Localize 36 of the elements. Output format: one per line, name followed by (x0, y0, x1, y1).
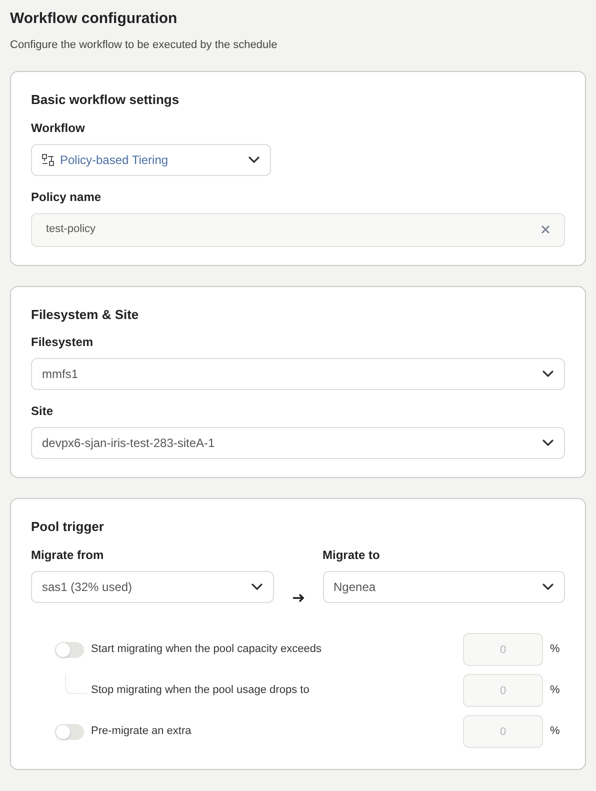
workflow-icon (42, 154, 54, 166)
chevron-down-icon (542, 439, 554, 447)
option-label: Stop migrating when the pool usage drops to (91, 683, 310, 698)
chevron-down-icon (248, 156, 260, 164)
section-title: Basic workflow settings (31, 91, 180, 109)
unit-label: % (549, 683, 561, 698)
field-label: Filesystem (31, 334, 94, 351)
dropdown[interactable]: mmfs1 (31, 358, 565, 390)
chevron-down-icon (250, 582, 262, 590)
number-input[interactable]: 0 (463, 633, 543, 666)
section-title: Pool trigger (31, 518, 105, 536)
field-label: Migrate from (31, 546, 105, 564)
number-input[interactable]: 0 (463, 715, 543, 748)
option-label: Start migrating when the pool capacity exceeds (91, 642, 322, 658)
clear-icon[interactable] (541, 225, 550, 234)
chevron-down-icon (542, 370, 554, 378)
field-label: Workflow (31, 120, 86, 136)
unit-label: % (549, 724, 561, 740)
field-label: Site (31, 403, 54, 420)
field-label: Migrate to (322, 546, 381, 564)
dropdown[interactable]: sas1 (32% used) (31, 570, 274, 602)
chevron-down-icon (542, 582, 554, 590)
toggle-switch[interactable] (55, 642, 84, 658)
number-input[interactable]: 0 (463, 674, 543, 707)
dropdown[interactable]: Policy-based Tiering (31, 144, 271, 176)
arrow-right-icon (292, 592, 304, 602)
page-subtitle: Configure the workflow to be executed by the schedule (10, 38, 278, 52)
dropdown[interactable]: Ngenea (322, 570, 565, 602)
toggle-switch[interactable] (55, 724, 84, 740)
dropdown[interactable]: devpx6-sjan-iris-test-283-siteA-1 (31, 427, 565, 459)
page-title: Workflow configuration (10, 9, 178, 29)
option-label: Pre-migrate an extra (91, 724, 192, 740)
text-field[interactable]: test-policy (31, 212, 565, 246)
field-label: Policy name (31, 188, 102, 206)
section-title: Filesystem & Site (31, 306, 140, 324)
unit-label: % (549, 642, 561, 658)
